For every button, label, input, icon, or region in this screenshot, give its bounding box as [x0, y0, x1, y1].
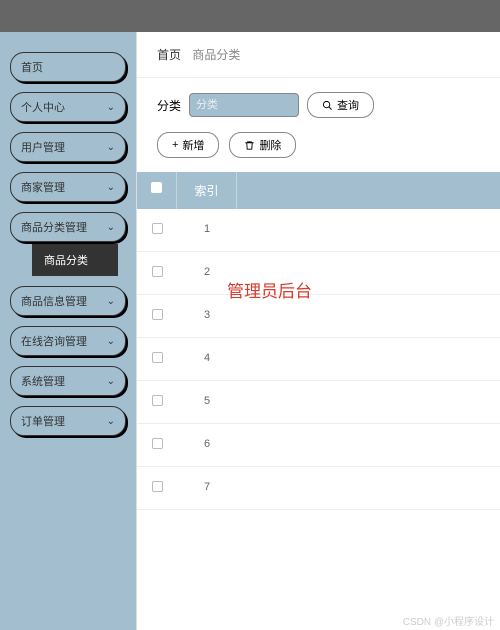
header-index: 索引 — [177, 172, 237, 209]
sidebar-item-label: 商品分类管理 — [21, 219, 87, 235]
main-panel: 首页 商品分类 分类 查询 + 新增 删除 索引 — [136, 32, 500, 630]
select-all-checkbox[interactable] — [151, 182, 162, 193]
watermark: CSDN @小程序设计 — [403, 613, 494, 628]
sidebar-item-users[interactable]: 用户管理 ⌄ — [10, 132, 126, 162]
top-bar — [0, 0, 500, 32]
sidebar: 首页 个人中心 ⌄ 用户管理 ⌄ 商家管理 ⌄ 商品分类管理 ⌄ 商品分类 商品… — [0, 32, 136, 630]
row-index: 1 — [177, 209, 237, 251]
table-row: 3 — [137, 295, 500, 338]
chevron-down-icon: ⌄ — [107, 182, 115, 193]
breadcrumb-current: 商品分类 — [192, 48, 240, 62]
trash-icon — [244, 140, 255, 151]
sidebar-item-category-mgmt[interactable]: 商品分类管理 ⌄ — [10, 212, 126, 242]
sidebar-item-label: 个人中心 — [21, 99, 65, 115]
sidebar-item-product-info[interactable]: 商品信息管理 ⌄ — [10, 286, 126, 316]
table-row: 5 — [137, 381, 500, 424]
sidebar-item-merchant[interactable]: 商家管理 ⌄ — [10, 172, 126, 202]
add-button[interactable]: + 新增 — [157, 132, 219, 158]
search-icon — [322, 100, 333, 111]
breadcrumb: 首页 商品分类 — [137, 32, 500, 78]
table-row: 4 — [137, 338, 500, 381]
breadcrumb-home[interactable]: 首页 — [157, 48, 181, 62]
table-row: 6 — [137, 424, 500, 467]
row-checkbox[interactable] — [152, 481, 163, 492]
sidebar-item-system[interactable]: 系统管理 ⌄ — [10, 366, 126, 396]
sidebar-item-orders[interactable]: 订单管理 ⌄ — [10, 406, 126, 436]
plus-icon: + — [172, 139, 178, 151]
sidebar-item-home[interactable]: 首页 — [10, 52, 126, 82]
chevron-down-icon: ⌄ — [107, 142, 115, 153]
row-index: 5 — [177, 381, 237, 423]
row-checkbox[interactable] — [152, 438, 163, 449]
table-row: 7 — [137, 467, 500, 510]
chevron-down-icon: ⌄ — [107, 336, 115, 347]
row-checkbox[interactable] — [152, 309, 163, 320]
filter-label: 分类 — [157, 97, 181, 114]
action-bar: + 新增 删除 — [137, 132, 500, 172]
sidebar-item-consult[interactable]: 在线咨询管理 ⌄ — [10, 326, 126, 356]
sidebar-item-label: 首页 — [21, 59, 43, 75]
row-index: 4 — [177, 338, 237, 380]
row-checkbox[interactable] — [152, 395, 163, 406]
sidebar-item-label: 商家管理 — [21, 179, 65, 195]
row-checkbox[interactable] — [152, 266, 163, 277]
sidebar-item-label: 用户管理 — [21, 139, 65, 155]
chevron-down-icon: ⌄ — [107, 416, 115, 427]
chevron-down-icon: ⌄ — [107, 376, 115, 387]
sidebar-item-label: 系统管理 — [21, 373, 65, 389]
chevron-down-icon: ⌄ — [107, 296, 115, 307]
delete-button[interactable]: 删除 — [229, 132, 296, 158]
search-button-label: 查询 — [337, 97, 359, 113]
category-input[interactable] — [189, 93, 299, 117]
sidebar-item-personal[interactable]: 个人中心 ⌄ — [10, 92, 126, 122]
sidebar-item-label: 在线咨询管理 — [21, 333, 87, 349]
header-checkbox-cell — [137, 172, 177, 209]
chevron-down-icon: ⌄ — [107, 102, 115, 113]
delete-button-label: 删除 — [259, 137, 281, 153]
sidebar-item-label: 订单管理 — [21, 413, 65, 429]
table-header: 索引 — [137, 172, 500, 209]
sidebar-subitem-category[interactable]: 商品分类 — [32, 244, 118, 276]
search-button[interactable]: 查询 — [307, 92, 374, 118]
filter-bar: 分类 查询 — [137, 78, 500, 132]
table-row: 2 — [137, 252, 500, 295]
row-checkbox[interactable] — [152, 223, 163, 234]
sidebar-item-label: 商品信息管理 — [21, 293, 87, 309]
row-index: 2 — [177, 252, 237, 294]
row-index: 7 — [177, 467, 237, 509]
row-index: 3 — [177, 295, 237, 337]
chevron-down-icon: ⌄ — [107, 222, 115, 233]
row-checkbox[interactable] — [152, 352, 163, 363]
data-table: 索引 1 2 3 4 5 6 7 — [137, 172, 500, 510]
table-row: 1 — [137, 209, 500, 252]
add-button-label: 新增 — [182, 137, 204, 153]
row-index: 6 — [177, 424, 237, 466]
